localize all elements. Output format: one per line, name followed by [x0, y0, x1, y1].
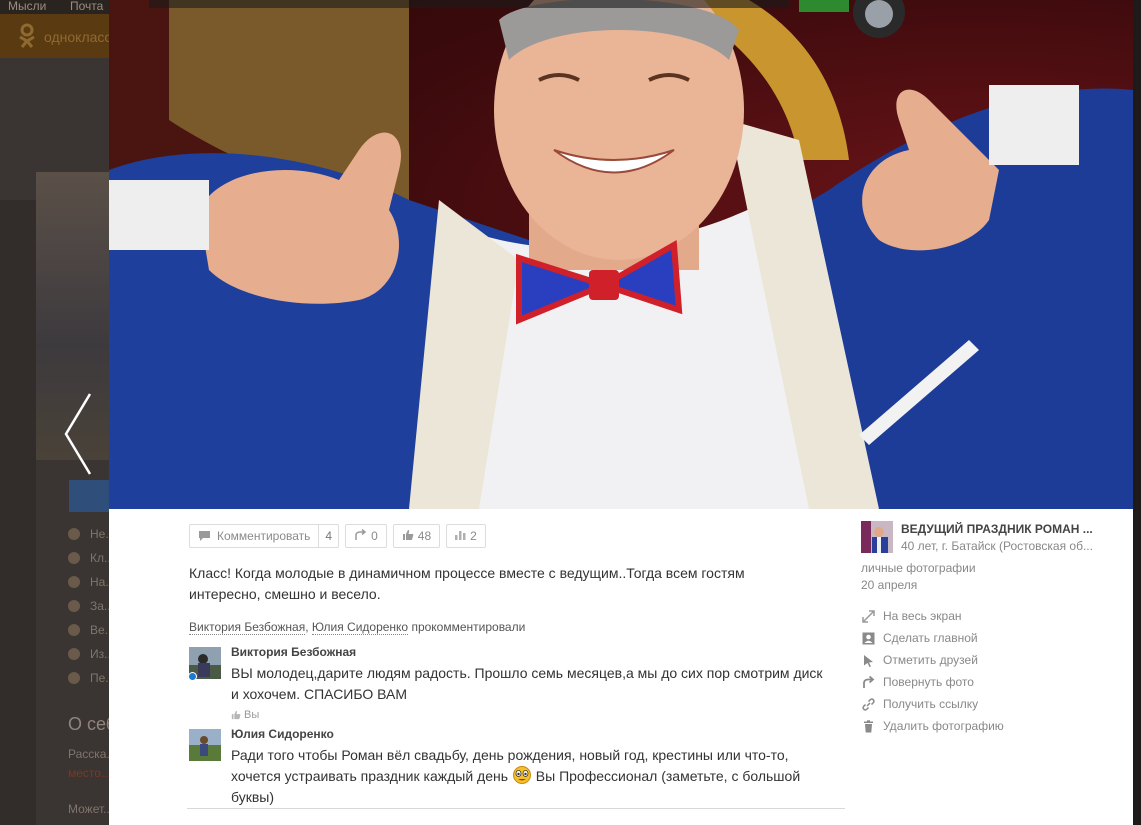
reshare-icon: [354, 528, 367, 544]
photo-viewer-image[interactable]: [109, 0, 1133, 509]
photo-actions: Комментировать 4 0 48 2: [189, 524, 486, 548]
reshare-button[interactable]: 0: [345, 524, 387, 548]
comment-like[interactable]: Вы: [231, 709, 259, 721]
previous-photo-arrow-icon[interactable]: [60, 392, 96, 476]
stats-count: 2: [470, 529, 477, 543]
photo-info-panel: Комментировать 4 0 48 2 Класс! Когда мол…: [109, 509, 1133, 825]
background-link: Мысли: [8, 0, 47, 13]
delete-photo-link[interactable]: Удалить фотографию: [861, 715, 1004, 737]
commenters-suffix: прокомментировали: [408, 620, 526, 634]
comment-text: ВЫ молодец,дарите людям радость. Прошло …: [231, 665, 823, 702]
fullscreen-icon: [861, 609, 875, 623]
comment-author[interactable]: Виктория Безбожная: [231, 645, 356, 659]
owner-info: 40 лет, г. Батайск (Ростовская об...: [901, 539, 1093, 553]
comment-icon: [190, 530, 211, 542]
background-sidebar: [0, 200, 36, 825]
owner-avatar[interactable]: [861, 521, 893, 553]
background-about-text: Может...: [68, 802, 114, 816]
make-main-photo-link[interactable]: Сделать главной: [861, 627, 1004, 649]
comment-count: 4: [318, 525, 338, 547]
stats-button[interactable]: 2: [446, 524, 486, 548]
comment-author[interactable]: Юлия Сидоренко: [231, 727, 334, 741]
thumbs-up-icon: [402, 529, 414, 544]
site-logo-icon: [19, 23, 35, 48]
album-name[interactable]: личные фотографии: [861, 561, 976, 575]
like-count: 48: [417, 529, 432, 543]
fullscreen-link[interactable]: На весь экран: [861, 605, 1004, 627]
like-button[interactable]: 48: [392, 524, 441, 548]
background-about-link: место...: [68, 766, 111, 780]
comment-button[interactable]: Комментировать 4: [189, 524, 340, 548]
comment-like-label: Вы: [244, 709, 260, 721]
rotate-photo-link[interactable]: Повернуть фото: [861, 671, 1004, 693]
commenter-separator: ,: [305, 620, 312, 634]
side-item-label: Удалить фотографию: [883, 719, 1004, 733]
side-item-label: Получить ссылку: [883, 697, 979, 711]
overlay-edge: [1133, 0, 1141, 825]
tag-friends-link[interactable]: Отметить друзей: [861, 649, 1004, 671]
photo-menu: На весь экран Сделать главной Отметить д…: [861, 605, 1004, 737]
side-item-label: Отметить друзей: [883, 653, 978, 667]
cursor-icon: [861, 653, 875, 667]
background-badge: [69, 480, 109, 512]
comment-button-label: Комментировать: [217, 529, 311, 543]
photo-caption: Класс! Когда молодые в динамичном процес…: [189, 565, 745, 602]
laughing-emoji-icon: [512, 766, 531, 784]
rotate-icon: [861, 675, 875, 689]
side-item-label: Повернуть фото: [883, 675, 974, 689]
photo-date: 20 апреля: [861, 578, 918, 592]
side-item-label: Сделать главной: [883, 631, 978, 645]
comment-text: Ради того чтобы Роман вёл свадьбу, день …: [231, 745, 831, 808]
reshare-count: 0: [371, 529, 378, 543]
commenter-link[interactable]: Юлия Сидоренко: [311, 620, 409, 635]
thumbs-up-icon: [231, 710, 241, 720]
photo-illustration: [109, 0, 1133, 509]
link-icon: [861, 697, 875, 711]
background-link: Почта: [70, 0, 104, 13]
bar-chart-icon: [455, 529, 466, 543]
online-status-dot: [188, 672, 197, 681]
get-link-link[interactable]: Получить ссылку: [861, 693, 1004, 715]
side-item-label: На весь экран: [883, 609, 962, 623]
avatar[interactable]: [189, 729, 221, 761]
owner-name[interactable]: ВЕДУЩИЙ ПРАЗДНИК РОМАН ...: [901, 522, 1111, 536]
profile-card-icon: [861, 631, 875, 645]
commenter-link[interactable]: Виктория Безбожная: [189, 620, 306, 635]
trash-icon: [861, 719, 875, 733]
comments-divider: [187, 808, 845, 809]
commenters-line: Виктория Безбожная, Юлия Сидоренко проко…: [189, 620, 526, 635]
